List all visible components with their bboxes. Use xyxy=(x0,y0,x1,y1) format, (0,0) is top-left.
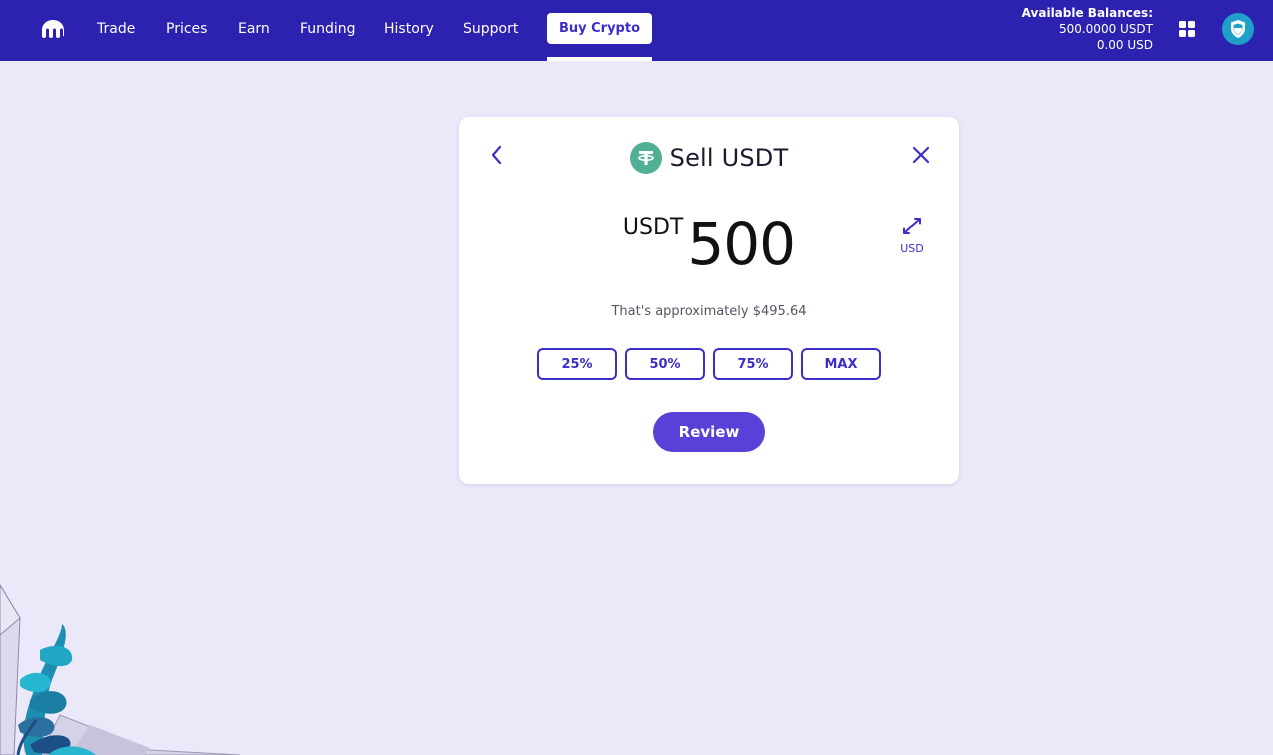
card-header: Sell USDT xyxy=(459,141,959,175)
max-button[interactable]: MAX xyxy=(801,348,881,380)
decorative-illustration xyxy=(0,584,240,755)
account-menu-button[interactable] xyxy=(1222,13,1254,45)
balance-usdt: 500.0000 USDT xyxy=(1058,22,1153,36)
review-button[interactable]: Review xyxy=(653,412,765,452)
balances-label: Available Balances: xyxy=(1021,6,1153,20)
nav-item-earn[interactable]: Earn xyxy=(238,20,270,38)
amount-display[interactable]: USDT 500 xyxy=(459,209,959,279)
sell-card: Sell USDT USDT 500 USD That's approximat… xyxy=(459,117,959,484)
shield-icon xyxy=(1231,20,1245,38)
nav-item-prices[interactable]: Prices xyxy=(166,20,207,38)
swap-label: USD xyxy=(900,242,924,255)
nav-item-history[interactable]: History xyxy=(384,20,434,38)
close-icon[interactable] xyxy=(911,145,931,165)
amount-value[interactable]: 500 xyxy=(687,209,796,279)
approx-value-text: That's approximately $495.64 xyxy=(611,304,807,319)
amount-currency: USDT xyxy=(622,215,684,240)
swap-currency-button[interactable]: USD xyxy=(897,216,927,256)
grid-icon[interactable] xyxy=(1179,21,1195,37)
percent-25-button[interactable]: 25% xyxy=(537,348,617,380)
nav-item-support[interactable]: Support xyxy=(463,20,518,38)
available-balances[interactable]: Available Balances: 500.0000 USDT 0.00 U… xyxy=(1022,5,1153,53)
percent-50-button[interactable]: 50% xyxy=(625,348,705,380)
active-tab-indicator xyxy=(547,57,652,61)
swap-arrows-icon xyxy=(903,218,921,234)
nav-item-trade[interactable]: Trade xyxy=(97,20,135,38)
top-navbar: Trade Prices Earn Funding History Suppor… xyxy=(0,0,1273,61)
tether-icon xyxy=(629,142,662,174)
kraken-logo-icon[interactable] xyxy=(40,19,66,39)
buy-crypto-button[interactable]: Buy Crypto xyxy=(547,13,652,44)
card-title: Sell USDT xyxy=(669,144,789,172)
balance-usd: 0.00 USD xyxy=(1096,38,1153,52)
nav-item-funding[interactable]: Funding xyxy=(300,20,356,38)
percent-75-button[interactable]: 75% xyxy=(713,348,793,380)
